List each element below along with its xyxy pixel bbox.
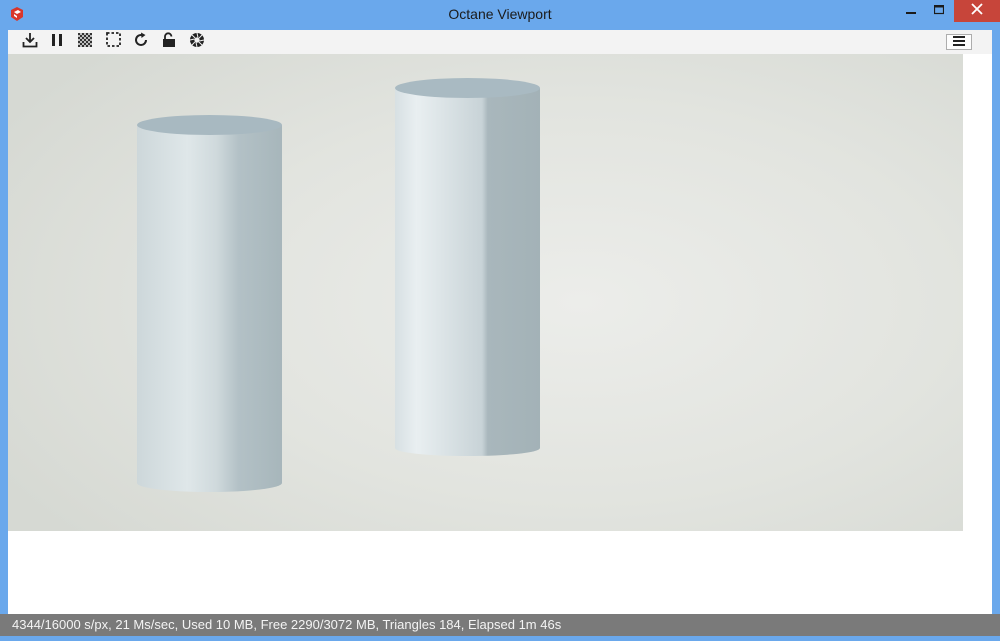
- pause-render-button[interactable]: [46, 32, 68, 52]
- render-toolbar: [8, 30, 992, 54]
- alpha-toggle-button[interactable]: [74, 32, 96, 52]
- title-bar[interactable]: Octane Viewport: [0, 0, 1000, 30]
- left-cylinder: [137, 115, 282, 493]
- window-bottom-border: [0, 636, 1000, 641]
- save-render-button[interactable]: [19, 32, 41, 52]
- minimize-icon: [906, 2, 916, 20]
- close-icon: [971, 2, 983, 20]
- status-bar: 4344/16000 s/px, 21 Ms/sec, Used 10 MB, …: [0, 614, 1000, 636]
- viewport-menu-button[interactable]: [946, 34, 972, 50]
- hamburger-menu-icon: [953, 33, 965, 51]
- lock-viewport-button[interactable]: [158, 31, 180, 53]
- minimize-button[interactable]: [896, 0, 926, 22]
- padlock-open-icon: [162, 31, 176, 53]
- region-select-button[interactable]: [102, 32, 124, 52]
- octane-viewport-window: Octane Viewport 4344/16000 s/px, 21 Ms/s…: [0, 0, 1000, 641]
- pause-icon: [49, 32, 65, 53]
- rendered-scene: [137, 78, 540, 493]
- maximize-button[interactable]: [924, 0, 954, 22]
- restart-render-button[interactable]: [130, 32, 152, 52]
- download-icon: [22, 32, 38, 53]
- camera-aperture-button[interactable]: [186, 32, 208, 52]
- window-title: Octane Viewport: [448, 6, 552, 22]
- right-cylinder: [395, 78, 540, 457]
- viewport-client-area: [8, 30, 992, 635]
- dashed-rectangle-icon: [105, 32, 121, 52]
- refresh-icon: [133, 32, 149, 53]
- maximize-icon: [933, 2, 945, 20]
- aperture-icon: [189, 32, 205, 53]
- close-button[interactable]: [954, 0, 1000, 22]
- checkerboard-icon: [78, 32, 92, 52]
- render-statistics: 4344/16000 s/px, 21 Ms/sec, Used 10 MB, …: [12, 617, 562, 632]
- render-viewport[interactable]: [8, 54, 963, 531]
